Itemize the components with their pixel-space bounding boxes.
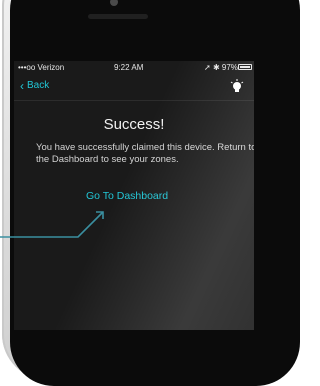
bluetooth-icon: ✱ [212, 63, 220, 72]
success-title: Success! [103, 116, 165, 133]
carrier-label: •••oo Verizon [18, 63, 65, 72]
back-button[interactable]: ‹ Back [20, 78, 50, 93]
success-message: You have successfully claimed this devic… [36, 142, 254, 165]
location-icon: ➚ [204, 63, 211, 72]
nav-bar: ‹ Back [14, 74, 254, 101]
clock: 9:22 AM [114, 63, 144, 72]
back-label: Back [27, 80, 50, 91]
status-right: ➚ ✱ 97% [204, 63, 238, 72]
battery-icon [238, 64, 252, 70]
lightbulb-icon[interactable] [230, 79, 244, 95]
annotation-arrow-icon [0, 211, 104, 238]
front-camera [110, 0, 118, 6]
status-bar: •••oo Verizon 9:22 AM ➚ ✱ 97% [14, 61, 254, 74]
earpiece [88, 14, 148, 19]
back-chevron-icon: ‹ [20, 78, 24, 93]
phone-screen: •••oo Verizon 9:22 AM ➚ ✱ 97% ‹ Back Suc… [14, 61, 254, 330]
battery-percent: 97% [221, 63, 238, 72]
